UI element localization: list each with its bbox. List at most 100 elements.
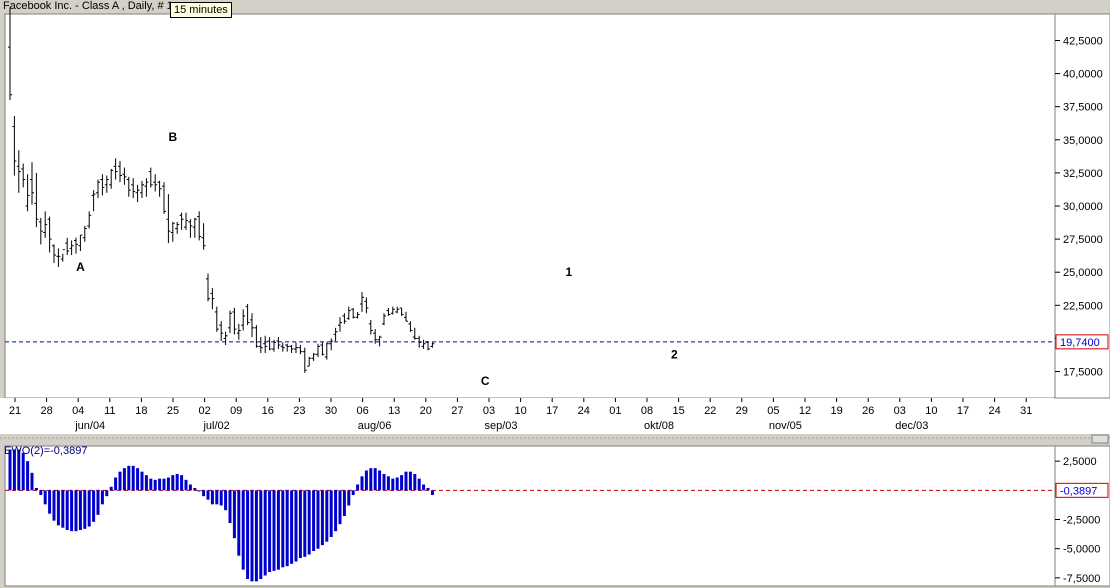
ewo-bar (224, 490, 228, 511)
month-label: okt/08 (644, 420, 674, 432)
ewo-bar (290, 490, 294, 564)
date-tick-label: 06 (356, 405, 368, 417)
date-tick-label: 31 (1020, 405, 1032, 417)
price-tick-label: 22,5000 (1063, 300, 1103, 312)
ewo-bar (329, 490, 333, 537)
ewo-bar (109, 486, 113, 491)
wave-label: B (168, 130, 177, 144)
ewo-bar (61, 490, 65, 528)
ewo-bar (83, 490, 87, 529)
price-tick-label: 37,5000 (1063, 102, 1103, 114)
price-plot-area (4, 13, 1056, 399)
date-tick-label: 19 (830, 405, 842, 417)
ewo-bar (180, 475, 184, 491)
ewo-bar (65, 490, 69, 530)
ewo-bar (237, 490, 241, 556)
ewo-bar (193, 488, 197, 491)
tooltip: 15 minutes (170, 2, 232, 18)
ewo-bar (74, 490, 78, 532)
date-tick-label: 28 (40, 405, 52, 417)
ewo-bar (250, 490, 254, 582)
ewo-bar (26, 461, 30, 491)
ewo-bar (417, 478, 421, 491)
ewo-bar (171, 475, 175, 491)
date-tick-label: 04 (72, 405, 84, 417)
price-tick-label: 25,0000 (1063, 267, 1103, 279)
ewo-bar (34, 488, 38, 491)
month-label: jun/04 (74, 420, 105, 432)
indicator-tick-label: 2,5000 (1063, 456, 1097, 468)
ewo-bar (272, 490, 276, 571)
date-tick-label: 30 (325, 405, 337, 417)
date-tick-label: 12 (799, 405, 811, 417)
ewo-bar (391, 478, 395, 491)
ewo-value-label: -0,3897 (1060, 485, 1097, 497)
ewo-bar (197, 490, 201, 492)
wave-label: C (481, 374, 490, 388)
ewo-bar (338, 490, 342, 525)
date-tick-label: 15 (672, 405, 684, 417)
ewo-bar (259, 490, 263, 579)
ewo-bar (364, 470, 368, 491)
ewo-bar (96, 490, 100, 515)
date-tick-label: 11 (104, 405, 115, 417)
ewo-bar (382, 474, 386, 491)
wave-label: A (76, 260, 85, 274)
indicator-panel[interactable]: 2,5000 -2,5000 -5,0000 -7,5000 -0,3897 (0, 434, 1110, 587)
date-tick-label: 01 (609, 405, 621, 417)
indicator-plot-area (4, 445, 1056, 587)
date-tick-label: 25 (167, 405, 179, 417)
ewo-bar (232, 490, 236, 539)
price-tick-label: 32,5000 (1063, 168, 1103, 180)
date-tick-label: 22 (704, 405, 716, 417)
ewo-bar (334, 490, 338, 532)
ewo-bar (342, 490, 346, 516)
month-label: aug/06 (358, 420, 392, 432)
date-tick-label: 13 (388, 405, 400, 417)
ewo-bar (118, 471, 122, 491)
date-tick-label: 23 (293, 405, 305, 417)
date-tick-label: 24 (578, 405, 590, 417)
ewo-bar (263, 490, 267, 576)
ewo-bar (131, 465, 135, 491)
ewo-bar (320, 490, 324, 546)
price-panel[interactable]: 42,5000 40,0000 37,5000 35,0000 32,5000 30,00… (0, 7, 1110, 434)
ewo-bar (386, 476, 390, 491)
ewo-bar (56, 490, 60, 526)
date-tick-label: 20 (420, 405, 432, 417)
date-tick-label: 08 (641, 405, 653, 417)
indicator-tick-label: -2,5000 (1063, 515, 1100, 527)
date-tick-label: 10 (514, 405, 526, 417)
ewo-bar (281, 490, 285, 568)
ewo-bar (215, 490, 219, 505)
ewo-bar (325, 490, 329, 542)
date-tick-label: 17 (546, 405, 558, 417)
ewo-bar (202, 490, 206, 497)
ewo-bar (175, 474, 179, 491)
ewo-bar (408, 471, 412, 491)
ewo-bar (144, 475, 148, 491)
price-tick-label: 42,5000 (1063, 35, 1103, 47)
ewo-bar (166, 477, 170, 491)
ewo-bar (52, 490, 56, 521)
date-tick-label: 27 (451, 405, 463, 417)
ewo-bar (373, 468, 377, 491)
ewo-bar (369, 468, 373, 491)
indicator-title: EWO(2)=-0,3897 (4, 445, 88, 457)
ewo-bar (140, 471, 144, 491)
ewo-bar (219, 490, 223, 506)
ewo-bar (210, 490, 214, 505)
ewo-bar (100, 490, 104, 505)
month-label: nov/05 (769, 420, 802, 432)
ewo-bar (430, 490, 434, 495)
ewo-bar (153, 479, 157, 491)
ewo-bar (351, 490, 355, 495)
ewo-bar (48, 490, 52, 514)
panel-scroll-button (1091, 434, 1109, 444)
date-tick-label: 05 (767, 405, 779, 417)
ewo-bar (347, 490, 351, 506)
date-tick-label: 03 (483, 405, 495, 417)
ewo-bar (285, 490, 289, 567)
price-tick-label: 17,5000 (1063, 367, 1103, 379)
date-tick-label: 18 (135, 405, 147, 417)
